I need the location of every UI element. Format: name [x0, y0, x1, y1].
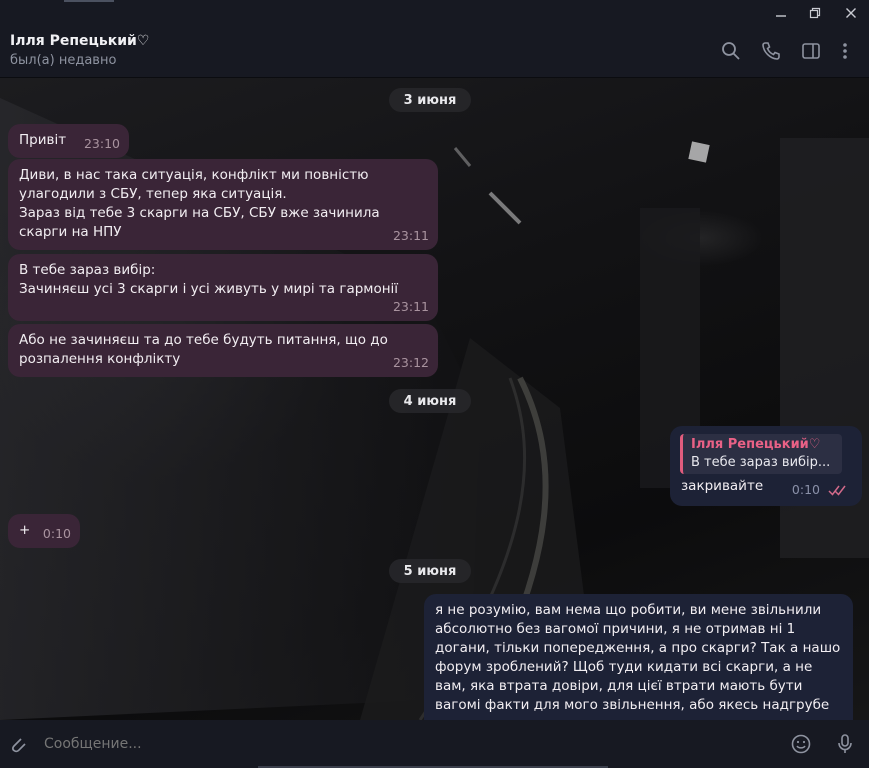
message-time: 23:11	[392, 228, 429, 243]
microphone-icon[interactable]	[834, 733, 856, 755]
message-time: 0:10	[42, 526, 71, 541]
message-composer	[0, 720, 869, 768]
message-bubble[interactable]: Диви, в нас така ситуація, конфлікт ми п…	[8, 159, 438, 250]
chat-area[interactable]: 3 июня Привіт 23:10 Диви, в нас така сит…	[0, 78, 869, 720]
message-time: 23:10	[83, 136, 120, 151]
titlebar-accent	[64, 0, 114, 2]
message-bubble-outgoing[interactable]: я не розумію, вам нема що робити, ви мен…	[424, 594, 853, 720]
message-input[interactable]	[40, 730, 740, 758]
chat-header: Ілля Репецький♡ был(а) недавно	[0, 26, 869, 78]
reply-quote[interactable]: Ілля Репецький♡ В тебе зараз вибір...	[680, 434, 842, 474]
more-icon[interactable]	[834, 40, 856, 62]
message-text: я не розумію, вам нема що робити, ви мен…	[435, 602, 841, 713]
contact-name[interactable]: Ілля Репецький♡	[10, 33, 149, 49]
search-icon[interactable]	[720, 40, 742, 62]
date-separator: 4 июня	[389, 389, 471, 413]
message-text: +	[19, 522, 31, 538]
message-time: 23:12	[392, 355, 429, 370]
message-text: Або не зачиняєш та до тебе будуть питанн…	[19, 332, 388, 367]
message-text: закривайте	[681, 478, 764, 494]
sidebar-icon[interactable]	[800, 40, 822, 62]
phone-icon[interactable]	[760, 40, 782, 62]
close-icon[interactable]	[842, 4, 860, 22]
message-bubble[interactable]: Привіт 23:10	[8, 124, 129, 158]
reply-text: В тебе зараз вибір...	[691, 455, 831, 470]
message-bubble[interactable]: Або не зачиняєш та до тебе будуть питанн…	[8, 324, 438, 377]
minimize-icon[interactable]	[772, 4, 790, 22]
restore-icon[interactable]	[806, 4, 824, 22]
message-time: 0:10	[791, 482, 820, 497]
message-text: Диви, в нас така ситуація, конфлікт ми п…	[19, 167, 380, 240]
emoji-icon[interactable]	[790, 733, 812, 755]
message-bubble-outgoing[interactable]: Ілля Репецький♡ В тебе зараз вибір... за…	[670, 426, 862, 506]
message-text: В тебе зараз вибір: Зачиняєш усі 3 скарг…	[19, 262, 399, 297]
date-separator: 3 июня	[389, 88, 471, 112]
message-bubble[interactable]: В тебе зараз вибір: Зачиняєш усі 3 скарг…	[8, 254, 438, 321]
contact-status: был(а) недавно	[10, 53, 117, 68]
attach-icon[interactable]	[6, 733, 28, 755]
date-separator: 5 июня	[389, 559, 471, 583]
message-text: Привіт	[19, 132, 67, 148]
message-bubble[interactable]: + 0:10	[8, 514, 80, 548]
read-checkmarks-icon	[828, 485, 846, 496]
reply-author: Ілля Репецький♡	[691, 437, 821, 452]
window-titlebar	[0, 0, 869, 26]
message-time: 23:11	[392, 299, 429, 314]
